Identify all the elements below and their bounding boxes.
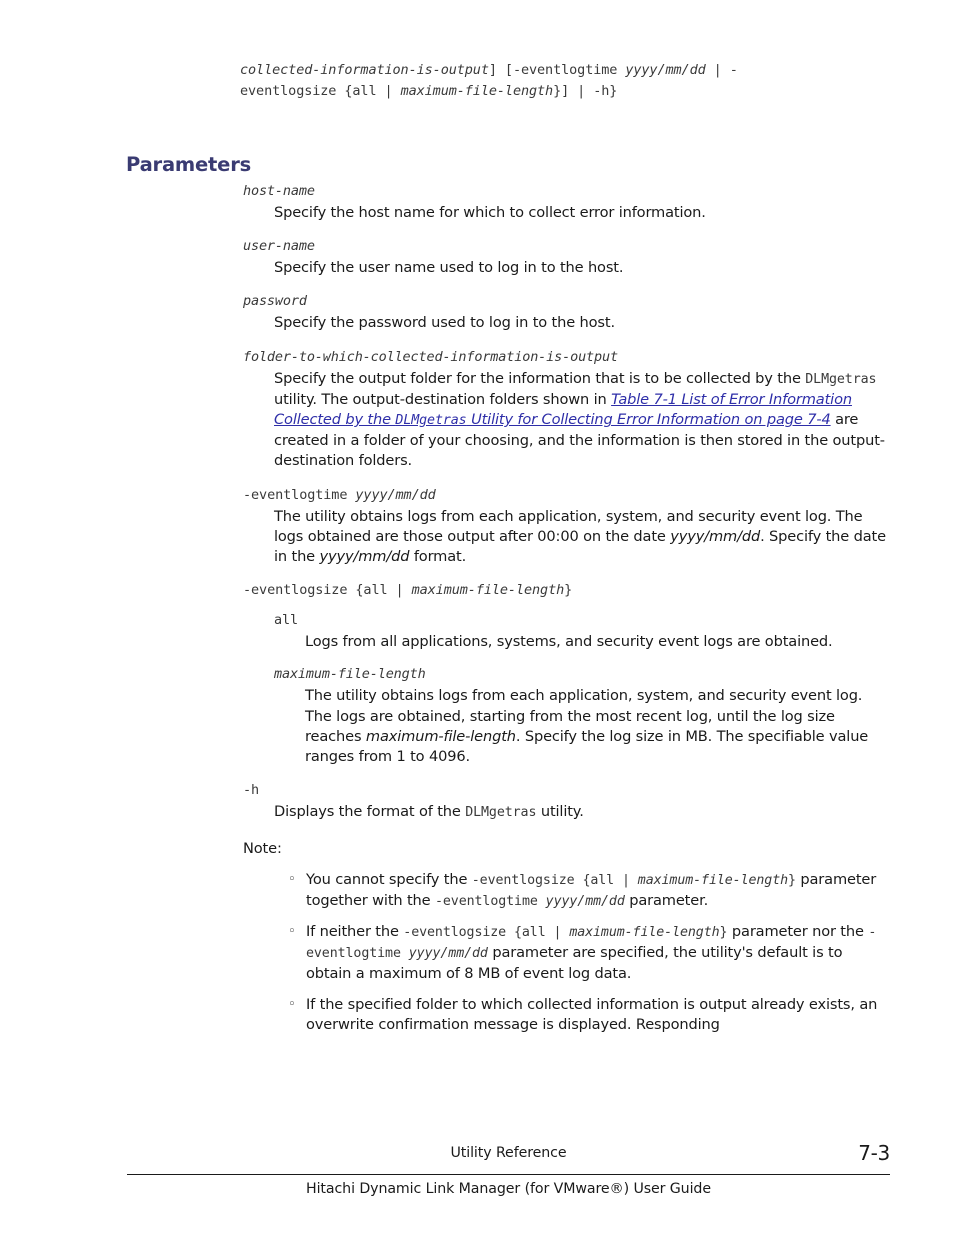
- note-list-item: ◦ If the specified folder to which collec…: [288, 995, 888, 1035]
- footer-guide-title: Hitachi Dynamic Link Manager (for VMware…: [306, 1181, 711, 1197]
- parameter-description: Specify the output folder for the inform…: [274, 369, 888, 472]
- date-format-1: yyyy/mm/dd: [670, 527, 761, 545]
- parameter-entry-output-folder: folder-to-which-collected-information-is…: [243, 348, 888, 472]
- sub-parameter-description: Logs from all applications, systems, and…: [305, 633, 833, 651]
- desc-text-2: utility. The output-destination folders …: [274, 390, 612, 408]
- desc-text-2: utility.: [536, 803, 584, 821]
- parameter-description: The utility obtains logs from each appli…: [274, 507, 888, 568]
- note-code-1: -eventlogsize {all |: [403, 925, 570, 941]
- note-code-italic-1: maximum-file-length: [637, 872, 788, 888]
- document-page: collected-information-is-output] [-event…: [0, 0, 954, 1235]
- note-text-1: If neither the: [306, 923, 404, 941]
- parameter-term: password: [243, 293, 307, 310]
- sub-parameter-term: maximum-file-length: [274, 666, 426, 683]
- parameter-description: Specify the password used to log in to t…: [274, 314, 615, 332]
- note-text-2: parameter nor the: [727, 923, 869, 941]
- term-command: -eventlogsize {all |: [243, 582, 412, 599]
- note-bullet-list: ◦ You cannot specify the -eventlogsize {a…: [243, 870, 888, 1035]
- sub-parameter-description: The utility obtains logs from each appli…: [305, 686, 888, 767]
- parameter-term: -eventlogtime yyyy/mm/dd: [243, 486, 888, 504]
- link-utility-name: DLMgetras: [395, 413, 467, 429]
- synopsis-arg-date-1: yyyy/mm/dd: [625, 62, 706, 78]
- note-list-item: ◦ If neither the -eventlogsize {all | max…: [288, 922, 888, 985]
- parameter-entry-user-name: user-name Specify the user name used to …: [243, 237, 888, 278]
- parameter-entry-eventlogsize: -eventlogsize {all | maximum-file-length…: [243, 581, 888, 767]
- page-title: Parameters: [126, 153, 252, 177]
- parameter-entry-password: password Specify the password used to lo…: [243, 292, 888, 333]
- parameter-entry-eventlogtime: -eventlogtime yyyy/mm/dd The utility obt…: [243, 486, 888, 568]
- hollow-circle-bullet-icon: ◦: [288, 924, 296, 940]
- term-command: -eventlogtime: [243, 486, 356, 503]
- sub-parameter-term: all: [274, 612, 298, 629]
- emphasis-max-file-length: maximum-file-length: [365, 727, 516, 745]
- note-list-item: ◦ You cannot specify the -eventlogsize {a…: [288, 870, 888, 912]
- note-section: Note: ◦ You cannot specify the -eventlogs…: [243, 839, 888, 1035]
- note-text-1: You cannot specify the: [306, 870, 472, 888]
- sub-parameter-entry-all: all Logs from all applications, systems,…: [274, 611, 888, 652]
- note-code-italic-1: maximum-file-length: [569, 925, 720, 941]
- note-code-italic-2: yyyy/mm/dd: [545, 893, 625, 909]
- desc-text-1: Specify the output folder for the inform…: [274, 369, 806, 387]
- parameters-body: host-name Specify the host name for whic…: [243, 182, 888, 1045]
- parameter-entry-host-name: host-name Specify the host name for whic…: [243, 182, 888, 223]
- link-text-2: Utility for Collecting Error Information…: [466, 411, 831, 429]
- parameter-description: Specify the host name for which to colle…: [274, 204, 706, 221]
- footer-chapter-name: Utility Reference: [450, 1145, 567, 1161]
- note-text-1: If the specified folder to which collect…: [306, 995, 878, 1033]
- desc-text-1: Displays the format of the: [274, 803, 466, 821]
- term-close-brace: }: [564, 582, 573, 599]
- parameter-term: folder-to-which-collected-information-is…: [243, 348, 618, 365]
- note-code-3: -eventlogtime: [434, 893, 546, 909]
- synopsis-text-2: | -: [705, 62, 738, 78]
- hollow-circle-bullet-icon: ◦: [288, 996, 296, 1012]
- parameter-entry-help: -h Displays the format of the DLMgetras …: [243, 781, 888, 823]
- command-synopsis: collected-information-is-output] [-event…: [240, 60, 900, 102]
- synopsis-arg-max-file-length: maximum-file-length: [400, 83, 554, 99]
- note-code-1: -eventlogsize {all |: [471, 872, 638, 888]
- parameter-description: Displays the format of the DLMgetras uti…: [274, 802, 888, 823]
- synopsis-text-1: ] [-eventlogtime: [488, 62, 626, 78]
- note-code-2: }: [788, 872, 796, 888]
- date-format-2: yyyy/mm/dd: [319, 548, 410, 566]
- footer-divider: [127, 1174, 890, 1175]
- synopsis-arg-collected-output: collected-information-is-output: [240, 62, 489, 78]
- hollow-circle-bullet-icon: ◦: [288, 871, 296, 887]
- note-code-italic-2: yyyy/mm/dd: [408, 946, 488, 962]
- term-argument: yyyy/mm/dd: [355, 486, 436, 503]
- parameter-term: -h: [243, 782, 259, 799]
- parameter-term: -eventlogsize {all | maximum-file-length…: [243, 581, 888, 599]
- synopsis-text-4: }] | -h}: [553, 83, 618, 99]
- parameter-description: Specify the user name used to log in to …: [274, 259, 624, 277]
- note-text-3: parameter.: [624, 891, 709, 909]
- utility-name: DLMgetras: [805, 371, 877, 387]
- synopsis-text-3: eventlogsize {all |: [240, 83, 401, 99]
- term-argument: maximum-file-length: [411, 582, 565, 599]
- footer-top-row: Utility Reference 7-3: [127, 1141, 891, 1169]
- parameter-term: user-name: [243, 238, 315, 255]
- desc-text-3: format.: [409, 548, 467, 566]
- page-footer: Utility Reference 7-3 Hitachi Dynamic Li…: [127, 1141, 891, 1197]
- parameter-term: host-name: [243, 183, 315, 199]
- utility-name: DLMgetras: [465, 805, 537, 821]
- footer-page-number: 7-3: [858, 1141, 890, 1165]
- sub-parameter-entry-max-file-length: maximum-file-length The utility obtains …: [274, 665, 888, 767]
- note-label: Note:: [243, 840, 282, 858]
